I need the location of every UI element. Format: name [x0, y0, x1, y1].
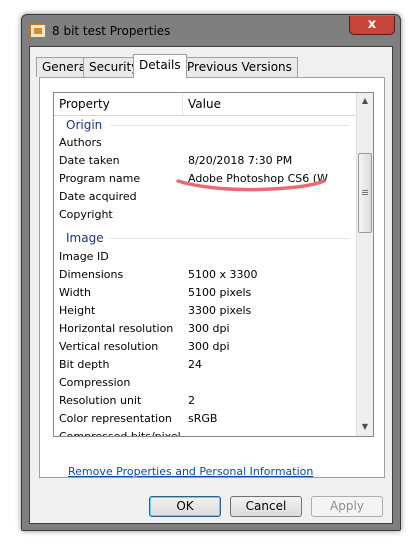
properties-window: 8 bit test Properties x General Security…: [21, 14, 401, 531]
property-value: 24: [188, 358, 202, 371]
property-name: Dimensions: [59, 268, 124, 281]
apply-button[interactable]: Apply: [311, 496, 383, 517]
property-value: 3300 pixels: [188, 304, 252, 317]
property-name: Date acquired: [59, 190, 137, 203]
list-item[interactable]: Date taken 8/20/2018 7:30 PM: [54, 152, 358, 170]
property-name: Horizontal resolution: [59, 322, 174, 335]
property-value: 5100 pixels: [188, 286, 252, 299]
property-name: Color representation: [59, 412, 172, 425]
property-value: 2: [188, 394, 195, 407]
vertical-scrollbar[interactable]: ▲ ▼: [356, 93, 373, 436]
grip-line: [362, 192, 368, 193]
list-item[interactable]: Compression: [54, 374, 358, 392]
image-file-icon: [30, 24, 46, 38]
property-value: 5100 x 3300: [188, 268, 258, 281]
property-name: Bit depth: [59, 358, 110, 371]
group-header-origin[interactable]: Origin: [54, 116, 358, 134]
property-name: Height: [59, 304, 96, 317]
group-header-image[interactable]: Image: [54, 229, 358, 247]
title-bar[interactable]: 8 bit test Properties x: [22, 15, 400, 45]
property-name: Authors: [59, 136, 102, 149]
property-column-header[interactable]: Property: [54, 93, 182, 115]
group-label: Image: [66, 231, 104, 245]
red-underline-annotation: [176, 179, 326, 192]
ok-button[interactable]: OK: [149, 496, 221, 517]
group-label: Origin: [66, 118, 103, 132]
list-body: Origin Authors Date taken 8/20/2018 7:30…: [54, 116, 358, 436]
tab-details[interactable]: Details: [133, 54, 187, 78]
property-name: Resolution unit: [59, 394, 142, 407]
grip-line: [362, 190, 368, 191]
list-item[interactable]: Image ID: [54, 248, 358, 266]
group-divider: [110, 125, 350, 126]
window-title: 8 bit test Properties: [52, 24, 171, 38]
list-item[interactable]: Resolution unit 2: [54, 392, 358, 410]
dialog-client-area: General Security Details Previous Versio…: [29, 46, 393, 524]
scroll-down-arrow-icon[interactable]: ▼: [357, 419, 373, 435]
property-name: Program name: [59, 172, 141, 185]
property-value: sRGB: [188, 412, 218, 425]
scroll-up-arrow-icon[interactable]: ▲: [357, 93, 373, 109]
properties-list[interactable]: Property Value Origin Authors Date taken: [53, 92, 374, 437]
scrollbar-thumb[interactable]: [358, 153, 372, 233]
group-divider: [108, 238, 350, 239]
list-item[interactable]: Copyright: [54, 206, 358, 224]
value-column-header[interactable]: Value: [183, 93, 358, 115]
property-name: Copyright: [59, 208, 113, 221]
list-item[interactable]: Dimensions 5100 x 3300: [54, 266, 358, 284]
property-name: Date taken: [59, 154, 120, 167]
remove-properties-link[interactable]: Remove Properties and Personal Informati…: [68, 465, 313, 478]
list-item[interactable]: Height 3300 pixels: [54, 302, 358, 320]
list-header: Property Value: [54, 93, 358, 116]
list-item[interactable]: Authors: [54, 134, 358, 152]
property-name: Compressed bits/pixel: [59, 428, 181, 436]
close-button[interactable]: x: [349, 16, 395, 35]
property-value: 8/20/2018 7:30 PM: [188, 154, 293, 167]
list-item[interactable]: Color representation sRGB: [54, 410, 358, 428]
list-item[interactable]: Width 5100 pixels: [54, 284, 358, 302]
grip-line: [362, 194, 368, 195]
property-name: Width: [59, 286, 91, 299]
property-name: Vertical resolution: [59, 340, 159, 353]
list-item[interactable]: Bit depth 24: [54, 356, 358, 374]
cancel-button[interactable]: Cancel: [230, 496, 302, 517]
property-value: 300 dpi: [188, 322, 230, 335]
list-item[interactable]: Vertical resolution 300 dpi: [54, 338, 358, 356]
property-name: Image ID: [59, 250, 109, 263]
property-name: Compression: [59, 376, 131, 389]
property-value: 300 dpi: [188, 340, 230, 353]
list-item[interactable]: Horizontal resolution 300 dpi: [54, 320, 358, 338]
tab-previous-versions[interactable]: Previous Versions: [181, 57, 298, 77]
list-item[interactable]: Compressed bits/pixel: [54, 428, 358, 436]
details-tab-panel: Property Value Origin Authors Date taken: [39, 77, 385, 478]
